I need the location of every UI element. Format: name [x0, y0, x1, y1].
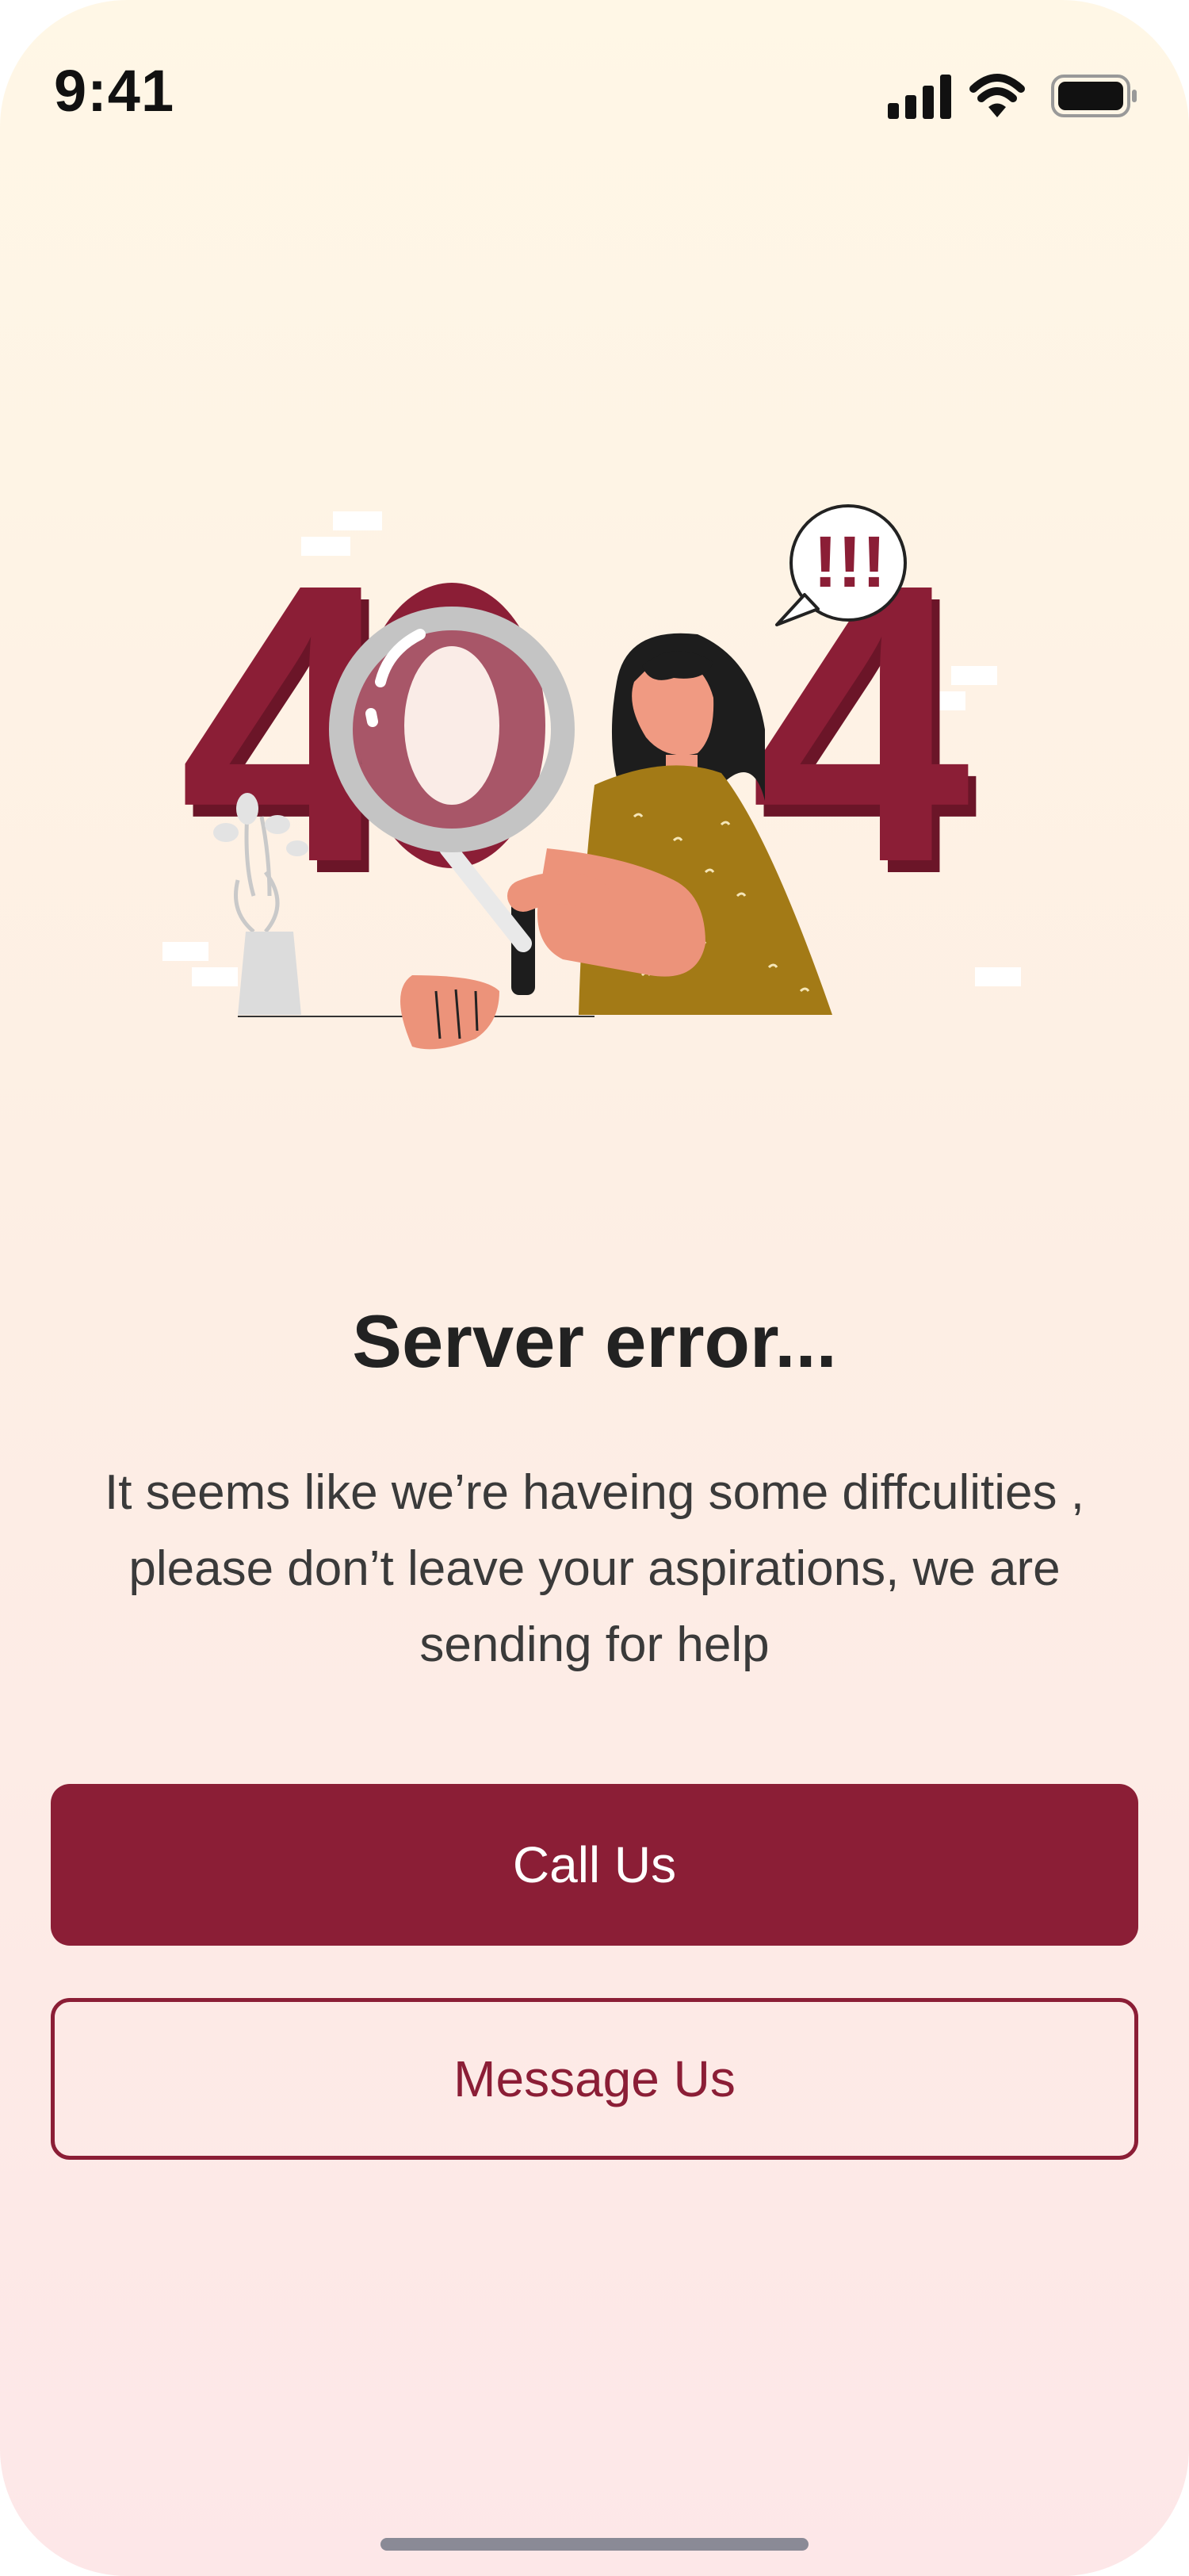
- error-title: Server error...: [352, 1299, 837, 1383]
- speech-bubble-text: !!!: [813, 522, 886, 603]
- home-indicator[interactable]: [380, 2538, 809, 2551]
- message-us-button[interactable]: Message Us: [51, 1998, 1138, 2160]
- battery-icon: [1051, 75, 1137, 117]
- wifi-icon: [969, 74, 1025, 117]
- call-us-button[interactable]: Call Us: [51, 1784, 1138, 1946]
- error-404-illustration: 4 4 4 4 !!!: [162, 501, 1021, 1050]
- signal-icon: [888, 75, 951, 119]
- status-bar: 9:41: [0, 0, 1189, 182]
- error-message: It seems like we’re haveing some diffcul…: [105, 1465, 1084, 1672]
- status-time: 9:41: [54, 58, 175, 124]
- server-error-screen: 9:41 4 4 4 4 !!! Server error... It seem…: [0, 0, 1189, 2576]
- status-icons: [888, 74, 1137, 119]
